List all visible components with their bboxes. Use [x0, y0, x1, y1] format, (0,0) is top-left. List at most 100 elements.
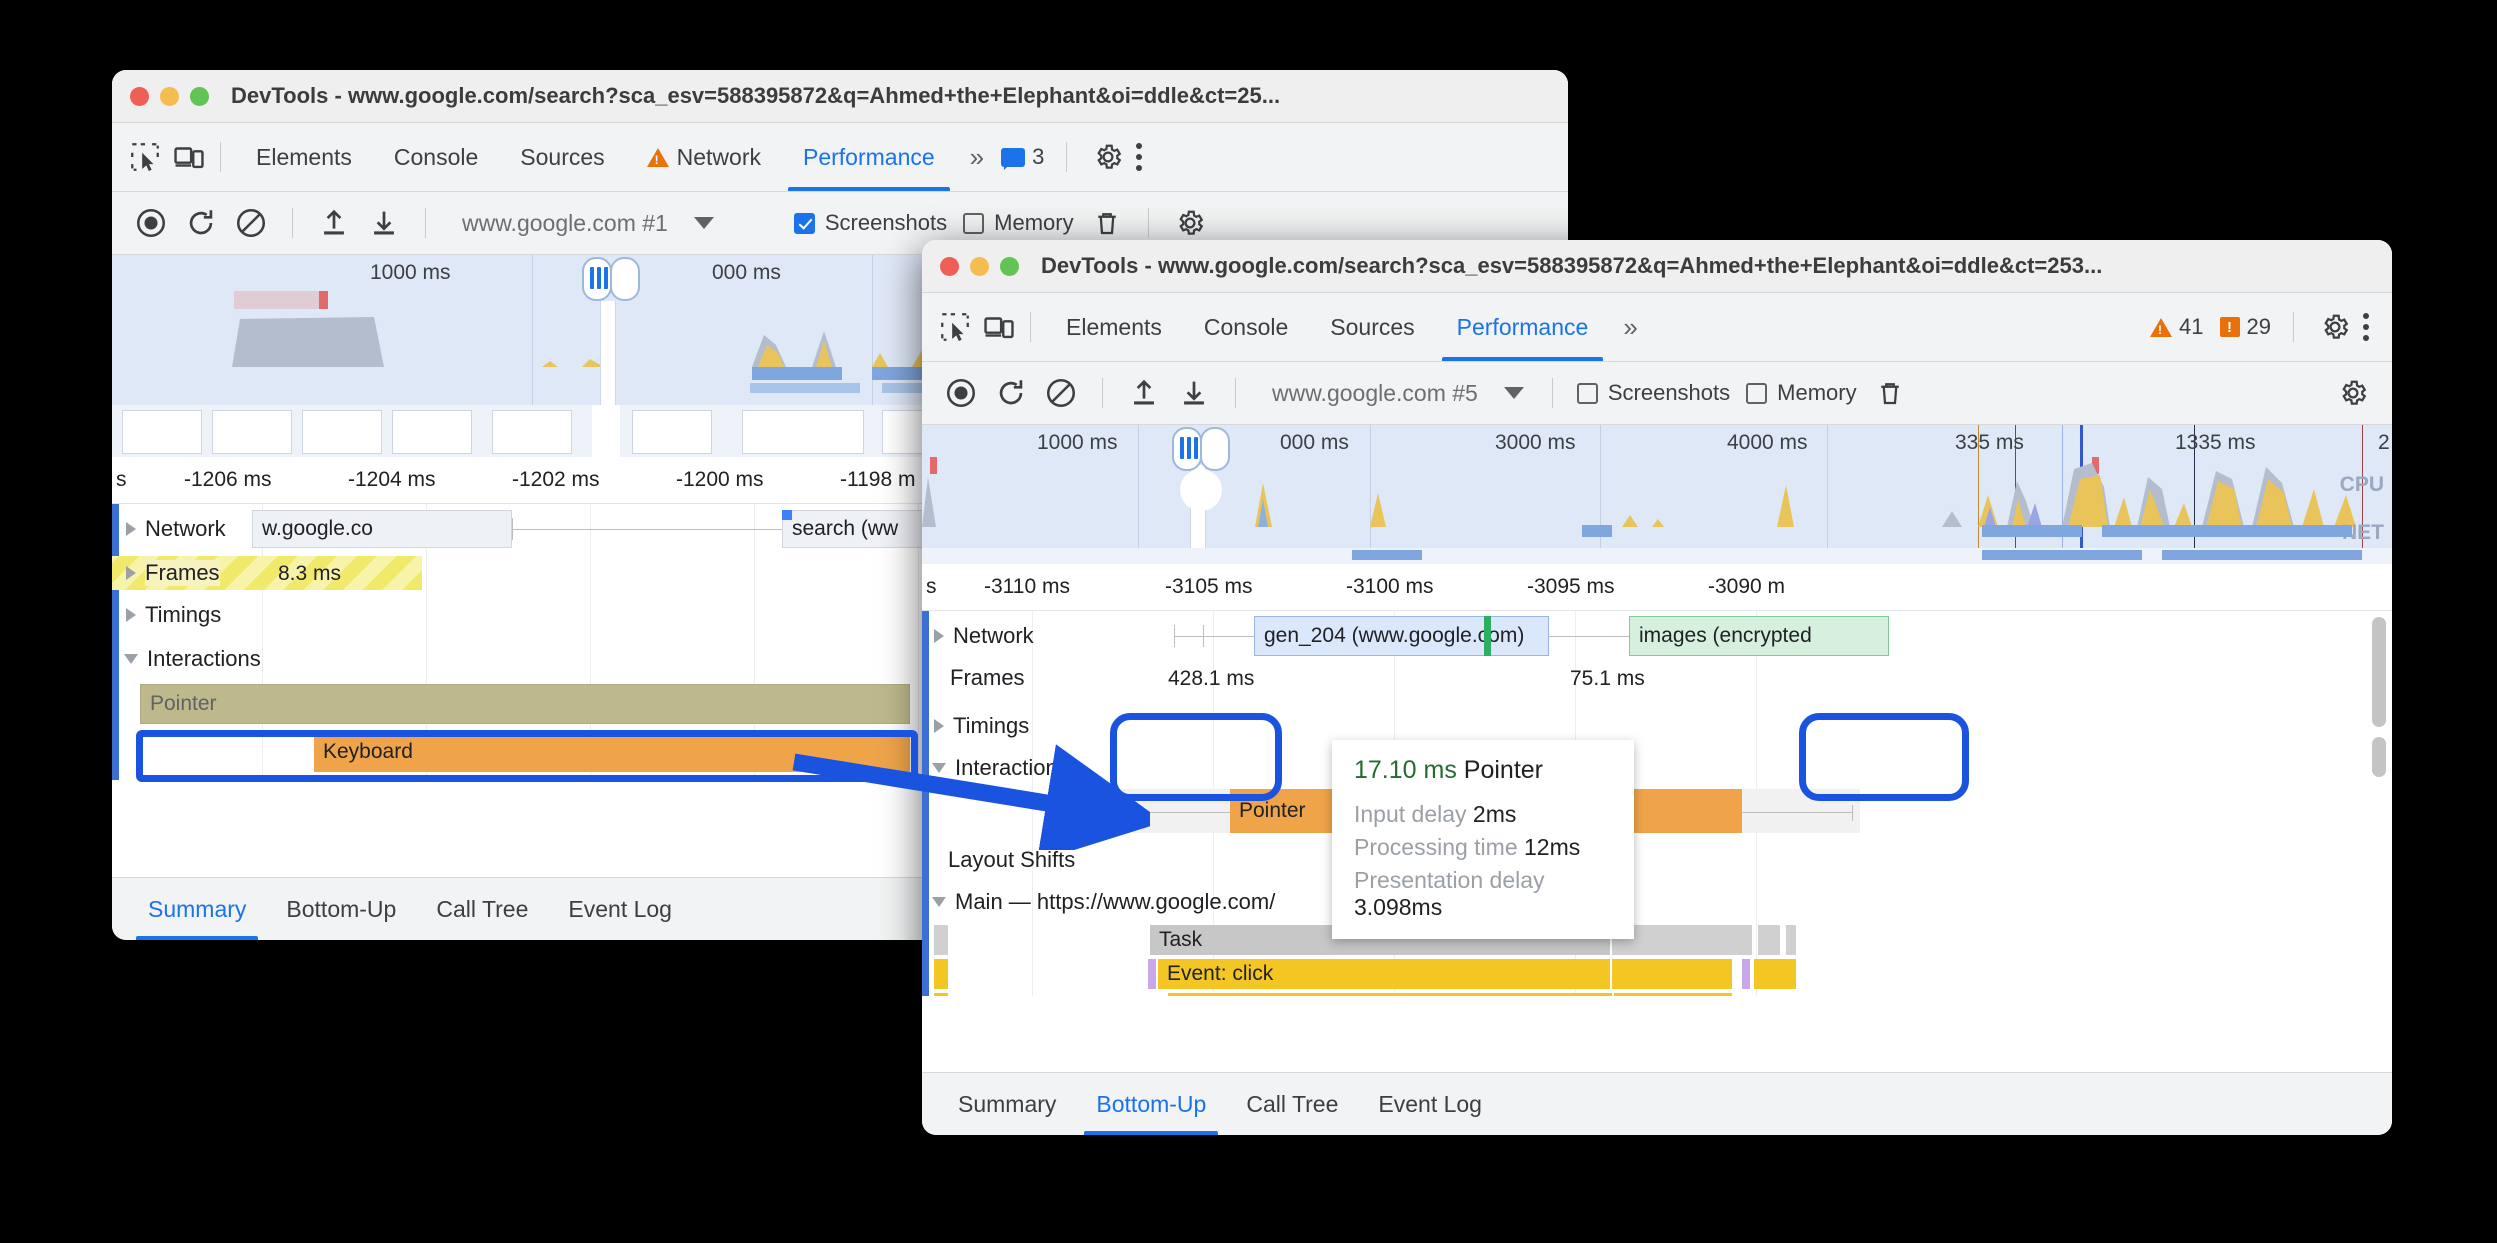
window-traffic-lights[interactable] [130, 86, 209, 106]
kebab-menu-icon[interactable] [2362, 313, 2370, 341]
checkbox-box[interactable] [1746, 382, 1768, 404]
inspect-element-icon[interactable] [938, 310, 972, 344]
main-flame-row-1[interactable]: Event: click [922, 959, 2392, 993]
checkbox-box[interactable] [963, 212, 985, 234]
tab-elements[interactable]: Elements [1045, 293, 1183, 361]
back-scrubber-right[interactable] [610, 257, 640, 301]
checkbox-box[interactable] [1576, 382, 1598, 404]
collapse-triangle-icon[interactable] [124, 654, 138, 664]
kebab-menu-icon[interactable] [1135, 143, 1143, 171]
front-scrubber-grip[interactable] [1180, 437, 1198, 459]
track-label-timings[interactable]: Timings [126, 602, 221, 628]
upload-profile-icon[interactable] [311, 200, 357, 246]
track-label-main[interactable]: Main — https://www.google.com/ [932, 889, 1275, 915]
flame-bar-idle-3[interactable] [1758, 925, 1780, 955]
flame-bar-script-3[interactable] [934, 993, 948, 996]
close-window-button[interactable] [130, 86, 149, 106]
front-track-scrollbar[interactable] [2372, 617, 2386, 727]
tab-console[interactable]: Console [373, 123, 499, 191]
front-screenshots-checkbox[interactable]: Screenshots [1571, 380, 1736, 406]
window-traffic-lights[interactable] [940, 256, 1019, 276]
bottom-tab-summary[interactable]: Summary [128, 878, 266, 940]
back-scrubber-grip[interactable] [590, 267, 608, 289]
collapse-triangle-icon[interactable] [932, 897, 946, 907]
bottom-tab-call-tree[interactable]: Call Tree [1226, 1073, 1358, 1135]
gear-icon[interactable] [1093, 142, 1123, 172]
main-flame-row-0[interactable]: Task [922, 925, 2392, 959]
bottom-tab-event-log[interactable]: Event Log [548, 878, 692, 940]
reload-icon[interactable] [178, 200, 224, 246]
interaction-bar-pointer[interactable]: Pointer [140, 684, 910, 724]
track-row-frames[interactable]: Frames 428.1 ms 75.1 ms [922, 659, 2392, 705]
record-icon[interactable] [128, 200, 174, 246]
device-toolbar-icon[interactable] [982, 310, 1016, 344]
checkbox-box[interactable] [793, 212, 815, 234]
bottom-tab-summary[interactable]: Summary [938, 1073, 1076, 1135]
bottom-tab-bottom-up[interactable]: Bottom-Up [266, 878, 416, 940]
warning-counter[interactable]: 41 [2142, 314, 2211, 340]
flame-bar-idle-4[interactable] [1786, 925, 1796, 955]
download-profile-icon[interactable] [361, 200, 407, 246]
devtools-window-front[interactable]: DevTools - www.google.com/search?sca_esv… [922, 240, 2392, 1135]
tab-elements[interactable]: Elements [235, 123, 373, 191]
flame-bar-idle[interactable] [934, 925, 948, 955]
device-toolbar-icon[interactable] [172, 140, 206, 174]
back-profile-selector[interactable]: www.google.com #1 [444, 210, 714, 237]
expand-triangle-icon[interactable] [126, 566, 136, 580]
trash-icon[interactable] [1867, 370, 1913, 416]
main-flame-row-2[interactable]: Function Call [922, 993, 2392, 996]
track-label-interactions[interactable]: Interactions [124, 646, 261, 672]
record-icon[interactable] [938, 370, 984, 416]
track-label-frames[interactable]: Frames [126, 560, 220, 586]
flame-bar-script-2[interactable] [1754, 959, 1796, 989]
gear-icon[interactable] [2320, 312, 2350, 342]
tab-sources[interactable]: Sources [499, 123, 625, 191]
back-screenshots-checkbox[interactable]: Screenshots [788, 210, 953, 236]
back-devtools-tabstrip[interactable]: Elements Console Sources Network Perform… [112, 123, 1568, 192]
bottom-tab-call-tree[interactable]: Call Tree [416, 878, 548, 940]
maximize-window-button[interactable] [1000, 256, 1019, 276]
front-performance-controls[interactable]: www.google.com #5 Screenshots Memory [922, 362, 2392, 425]
clear-icon[interactable] [228, 200, 274, 246]
track-label-timings[interactable]: Timings [934, 713, 1029, 739]
minimize-window-button[interactable] [970, 256, 989, 276]
front-memory-checkbox[interactable]: Memory [1740, 380, 1862, 406]
track-label-network[interactable]: Network [934, 623, 1034, 649]
track-row-main[interactable]: Main — https://www.google.com/ [922, 885, 2392, 925]
front-bottom-tabbar[interactable]: Summary Bottom-Up Call Tree Event Log [922, 1072, 2392, 1135]
tab-network[interactable]: Network [626, 123, 782, 191]
expand-triangle-icon[interactable] [126, 522, 136, 536]
tab-performance[interactable]: Performance [782, 123, 956, 191]
track-row-network[interactable]: Network gen_204 (www.google.com) images … [922, 611, 2392, 659]
error-counter[interactable]: ! 29 [2212, 314, 2279, 340]
tab-sources[interactable]: Sources [1309, 293, 1435, 361]
expand-triangle-icon[interactable] [934, 629, 944, 643]
chevron-down-icon[interactable] [693, 217, 714, 229]
bottom-tab-event-log[interactable]: Event Log [1358, 1073, 1502, 1135]
close-window-button[interactable] [940, 256, 959, 276]
front-tab-list[interactable]: Elements Console Sources Performance [1045, 293, 1609, 361]
maximize-window-button[interactable] [190, 86, 209, 106]
flame-bar-function-call[interactable]: Function Call [1168, 993, 1612, 996]
front-scrubber-knob[interactable] [1180, 469, 1222, 511]
front-track-scrollbar-2[interactable] [2372, 737, 2386, 777]
download-profile-icon[interactable] [1171, 370, 1217, 416]
front-timeline-overview[interactable]: 1000 ms 000 ms 3000 ms 4000 ms 335 ms 13… [922, 425, 2392, 548]
expand-triangle-icon[interactable] [934, 719, 944, 733]
inspect-element-icon[interactable] [128, 140, 162, 174]
front-scrubber-right[interactable] [1200, 427, 1230, 471]
gear-icon[interactable] [2330, 370, 2376, 416]
tab-performance[interactable]: Performance [1436, 293, 1610, 361]
front-devtools-tabstrip[interactable]: Elements Console Sources Performance » 4… [922, 293, 2392, 362]
network-entry-bar-0[interactable]: w.google.co [252, 510, 512, 548]
more-tabs-icon[interactable]: » [1609, 312, 1646, 343]
track-label-network[interactable]: Network [126, 516, 226, 542]
flame-bar-script-1[interactable] [1612, 959, 1732, 989]
more-tabs-icon[interactable]: » [956, 142, 993, 173]
flame-bar-script-4[interactable] [1614, 993, 1732, 996]
front-profile-selector[interactable]: www.google.com #5 [1254, 380, 1524, 407]
message-counter[interactable]: 3 [993, 144, 1052, 170]
bottom-tab-bottom-up[interactable]: Bottom-Up [1076, 1073, 1226, 1135]
expand-triangle-icon[interactable] [126, 608, 136, 622]
upload-profile-icon[interactable] [1121, 370, 1167, 416]
